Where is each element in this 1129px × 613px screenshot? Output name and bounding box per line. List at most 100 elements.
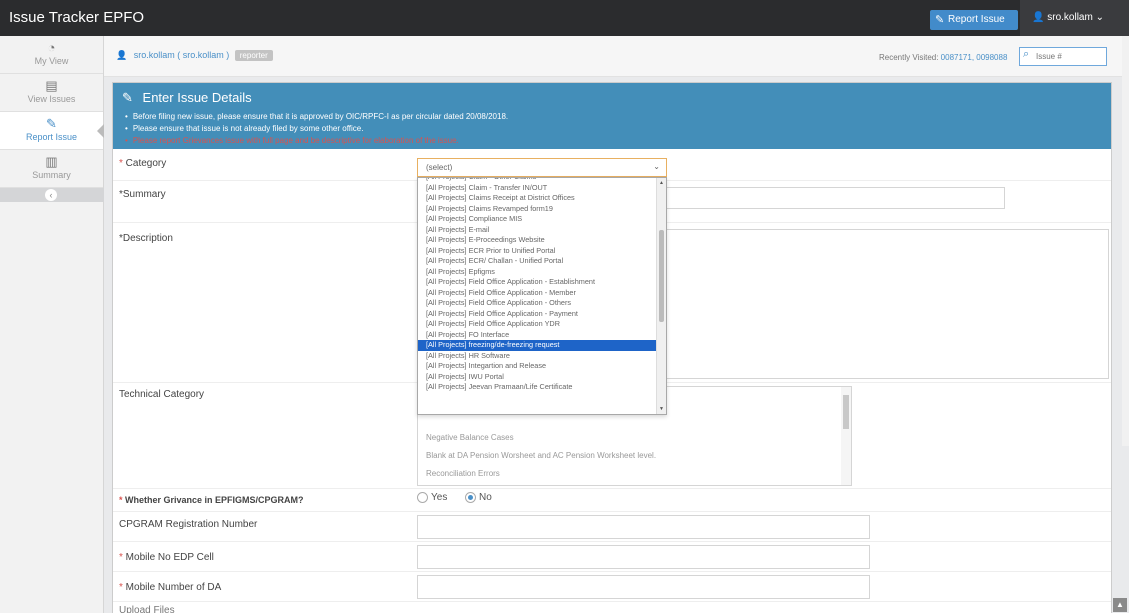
form-title: ✎ Enter Issue Details — [122, 90, 252, 106]
category-option[interactable]: [All Projects] Field Office Application … — [418, 288, 656, 299]
user-icon: 👤 — [116, 50, 128, 60]
user-menu[interactable]: 👤 sro.kollam ⌄ — [1020, 0, 1129, 36]
user-menu-label: sro.kollam — [1047, 12, 1093, 23]
sidebar-item-summary[interactable]: ▥ Summary — [0, 150, 103, 188]
technical-list-scrollbar[interactable] — [841, 387, 851, 485]
chevron-down-icon: ⌄ — [1095, 12, 1104, 23]
sidebar-item-view-issues[interactable]: ▤ View Issues — [0, 74, 103, 112]
page-scrollbar[interactable] — [1122, 36, 1129, 446]
category-dropdown-list[interactable]: [All Projects] Claim - Other Claims[All … — [417, 177, 667, 415]
list-item[interactable]: Blank at DA Pension Worsheet and AC Pens… — [426, 451, 656, 460]
breadcrumb: 👤 sro.kollam ( sro.kollam ) reporter Rec… — [104, 36, 1129, 77]
mobile-da-input[interactable] — [417, 575, 870, 599]
sidebar-item-label: Summary — [32, 170, 71, 180]
no-radio[interactable] — [465, 492, 476, 503]
role-badge: reporter — [234, 50, 273, 61]
user-icon: 👤 — [1032, 12, 1045, 23]
summary-label: *Summary — [119, 189, 166, 200]
category-option[interactable]: [All Projects] HR Software — [418, 351, 656, 362]
recently-visited-links[interactable]: 0087171, 0098088 — [941, 53, 1008, 62]
category-option[interactable]: [All Projects] E-mail — [418, 225, 656, 236]
grievance-yes-option[interactable]: Yes — [417, 492, 447, 503]
breadcrumb-user-link[interactable]: sro.kollam ( sro.kollam ) — [134, 50, 230, 60]
category-options: [All Projects] Claim - Other Claims[All … — [418, 178, 656, 393]
recently-visited-label: Recently Visited: — [879, 53, 939, 62]
list-icon: ▤ — [45, 78, 58, 93]
scroll-down-icon[interactable]: ▼ — [659, 406, 664, 412]
scroll-to-top-button[interactable]: ▲ — [1113, 598, 1127, 612]
category-option[interactable]: [All Projects] ECR Prior to Unified Port… — [418, 246, 656, 257]
category-selected-value: (select) — [426, 163, 453, 172]
form-notices: Before filing new issue, please ensure t… — [125, 111, 508, 147]
sidebar-collapse-bar: ‹ — [0, 188, 104, 202]
category-option[interactable]: [All Projects] Epfigms — [418, 267, 656, 278]
chevron-up-icon: ▲ — [1116, 600, 1124, 609]
sidebar-item-label: My View — [34, 56, 69, 66]
report-issue-label: Report Issue — [948, 14, 1005, 25]
category-option[interactable]: [All Projects] Compliance MIS — [418, 214, 656, 225]
category-label: * Category — [119, 158, 167, 169]
scrollbar-thumb[interactable] — [659, 230, 664, 322]
notice-item: Please ensure that issue is not already … — [125, 123, 508, 135]
search-icon: ⌕ — [1023, 48, 1030, 60]
mobile-edp-label: * Mobile No EDP Cell — [119, 552, 214, 563]
grievance-label: * Whether Grivance in EPFIGMS/CPGRAM? — [119, 495, 304, 505]
category-option[interactable]: [All Projects] Field Office Application … — [418, 309, 656, 320]
category-option[interactable]: [All Projects] Claims Receipt at Distric… — [418, 193, 656, 204]
report-issue-button[interactable]: ✎ Report Issue — [930, 10, 1018, 30]
scrollbar-thumb[interactable] — [843, 395, 849, 429]
chevron-down-icon: ⌄ — [653, 162, 660, 171]
notice-item: Please report Grievances issue with full… — [125, 135, 508, 147]
form-title-text: Enter Issue Details — [142, 90, 252, 105]
sidebar-item-my-view[interactable]: ◔ My View — [0, 36, 103, 74]
category-option[interactable]: [All Projects] Claims Revamped form19 — [418, 204, 656, 215]
app-brand[interactable]: Issue Tracker EPFO — [9, 9, 144, 26]
grievance-no-option[interactable]: No — [465, 492, 492, 503]
top-navbar: Issue Tracker EPFO ✎ Report Issue 👤 sro.… — [0, 0, 1129, 36]
category-option[interactable]: [All Projects] ECR/ Challan - Unified Po… — [418, 256, 656, 267]
sidebar: ◔ My View ▤ View Issues ✎ Report Issue ▥… — [0, 36, 104, 613]
dropdown-scrollbar[interactable]: ▲ ▼ — [656, 178, 666, 414]
cpgram-input[interactable] — [417, 515, 870, 539]
yes-radio[interactable] — [417, 492, 428, 503]
mobile-da-label: * Mobile Number of DA — [119, 582, 222, 593]
upload-row: Upload Files — [113, 602, 1111, 613]
category-option[interactable]: [All Projects] Claim - Transfer IN/OUT — [418, 183, 656, 194]
notice-item: Before filing new issue, please ensure t… — [125, 111, 508, 123]
sidebar-item-label: View Issues — [27, 94, 76, 104]
bar-chart-icon: ▥ — [45, 154, 58, 169]
category-option[interactable]: [All Projects] IWU Portal — [418, 372, 656, 383]
mobile-edp-input[interactable] — [417, 545, 870, 569]
upload-label: Upload Files — [119, 605, 175, 613]
technical-category-label: Technical Category — [119, 389, 205, 400]
cpgram-label: CPGRAM Registration Number — [119, 519, 258, 530]
grievance-row: * Whether Grivance in EPFIGMS/CPGRAM? — [113, 489, 1111, 512]
description-label: *Description — [119, 233, 173, 244]
category-option[interactable]: [All Projects] Integartion and Release — [418, 361, 656, 372]
mobile-edp-row: * Mobile No EDP Cell — [113, 542, 1111, 572]
form-header: ✎ Enter Issue Details Before filing new … — [113, 83, 1111, 149]
category-select[interactable]: (select) ⌄ — [417, 158, 667, 177]
list-item[interactable]: Reconciliation Errors — [426, 469, 500, 478]
category-option[interactable]: [All Projects] Field Office Application … — [418, 319, 656, 330]
category-option[interactable]: [All Projects] Field Office Application … — [418, 298, 656, 309]
sidebar-item-label: Report Issue — [25, 132, 78, 142]
category-option[interactable]: [All Projects] freezing/de-freezing requ… — [418, 340, 656, 351]
issue-search-input[interactable] — [1019, 47, 1107, 66]
edit-icon: ✎ — [46, 116, 57, 131]
collapse-icon[interactable]: ‹ — [45, 189, 57, 201]
sidebar-item-report-issue[interactable]: ✎ Report Issue — [0, 112, 104, 150]
breadcrumb-user: 👤 sro.kollam ( sro.kollam ) reporter — [116, 50, 273, 61]
category-option[interactable]: [All Projects] E-Proceedings Website — [418, 235, 656, 246]
edit-icon: ✎ — [122, 90, 133, 105]
edit-icon: ✎ — [935, 14, 945, 26]
scroll-up-icon[interactable]: ▲ — [659, 180, 664, 186]
recently-visited: Recently Visited: 0087171, 0098088 — [879, 53, 1007, 62]
category-option[interactable]: [All Projects] Field Office Application … — [418, 277, 656, 288]
mobile-da-row: * Mobile Number of DA — [113, 572, 1111, 602]
list-item[interactable]: Negative Balance Cases — [426, 433, 514, 442]
category-option[interactable]: [All Projects] FO Interface — [418, 330, 656, 341]
cpgram-row: CPGRAM Registration Number — [113, 512, 1111, 542]
tachometer-icon: ◔ — [47, 40, 56, 55]
category-option[interactable]: [All Projects] Jeevan Pramaan/Life Certi… — [418, 382, 656, 393]
